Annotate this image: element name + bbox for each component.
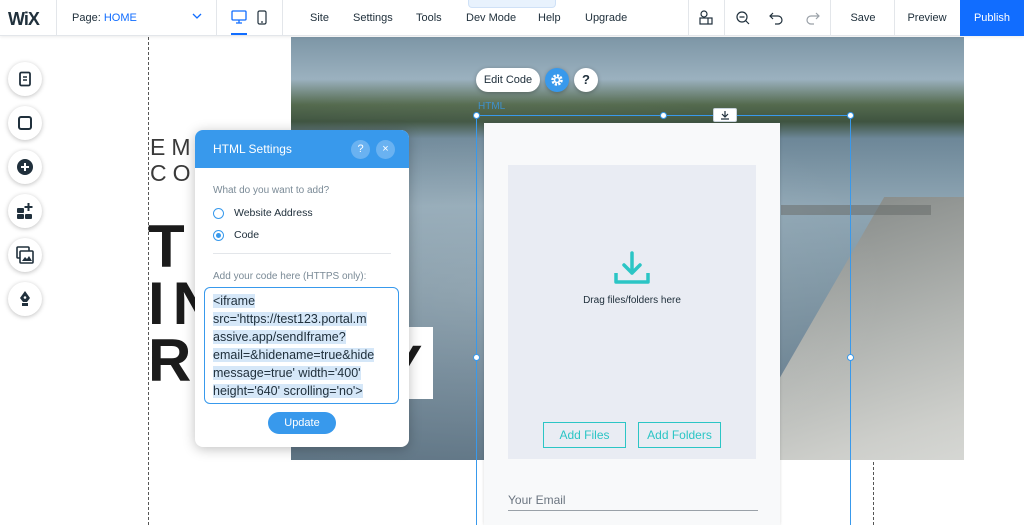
editor-top-bar: WiX Page: HOME Site Settings Tools Dev M… — [0, 0, 1024, 36]
add-button[interactable] — [8, 150, 42, 184]
help-button[interactable]: ? — [574, 68, 598, 92]
pages-icon — [19, 71, 31, 87]
apps-button[interactable] — [8, 194, 42, 228]
divider — [894, 0, 895, 36]
menu-settings[interactable]: Settings — [353, 12, 393, 24]
edit-code-button[interactable]: Edit Code — [476, 68, 540, 92]
site-heading-line-1[interactable]: T — [148, 217, 193, 277]
code-line: message=true' width='400' — [213, 366, 361, 380]
site-heading-line-3[interactable]: R — [148, 331, 199, 391]
panel-title: HTML Settings — [213, 142, 292, 156]
panel-question: What do you want to add? — [213, 185, 330, 196]
divider — [216, 0, 217, 36]
selection-frame[interactable] — [476, 115, 851, 525]
radio-button[interactable] — [213, 207, 224, 219]
add-icon — [17, 159, 33, 175]
option-website-address[interactable]: Website Address — [213, 207, 313, 219]
divider — [688, 0, 689, 36]
layers-icon[interactable] — [698, 10, 716, 26]
download-arrow-icon — [721, 110, 729, 120]
element-type-tag: HTML — [478, 101, 506, 112]
site-subtitle-line-1[interactable]: EM — [150, 134, 197, 161]
media-icon — [16, 246, 34, 264]
radio-button-selected[interactable] — [213, 229, 224, 241]
code-field-label: Add your code here (HTTPS only): — [213, 271, 367, 282]
menu-dev-mode[interactable]: Dev Mode — [466, 12, 516, 24]
menu-upgrade[interactable]: Upgrade — [585, 12, 627, 24]
redo-icon[interactable] — [803, 10, 821, 26]
media-button[interactable] — [8, 238, 42, 272]
wix-logo[interactable]: WiX — [8, 9, 40, 30]
apps-icon — [17, 203, 33, 219]
update-button[interactable]: Update — [268, 412, 336, 434]
divider — [213, 253, 391, 254]
html-settings-panel: HTML Settings ? × What do you want to ad… — [195, 130, 409, 447]
code-line: src='https://test123.portal.m — [213, 312, 367, 326]
pen-icon — [20, 291, 30, 306]
divider — [830, 0, 831, 36]
page-selector[interactable]: Page: HOME — [72, 12, 137, 24]
pages-button[interactable] — [8, 62, 42, 96]
background-button[interactable] — [8, 106, 42, 140]
blog-button[interactable] — [8, 282, 42, 316]
menu-site[interactable]: Site — [310, 12, 329, 24]
page-selector-label: Page: — [72, 12, 101, 24]
dev-mode-indicator — [468, 0, 556, 8]
option-code[interactable]: Code — [213, 229, 259, 241]
resize-handle-right[interactable] — [847, 354, 854, 361]
preview-button[interactable]: Preview — [896, 0, 958, 36]
resize-handle-left[interactable] — [473, 354, 480, 361]
editor-canvas[interactable]: EM CO T IN R Y — [0, 37, 1024, 525]
option-label: Code — [234, 229, 260, 241]
active-device-indicator — [231, 33, 247, 35]
stretch-button[interactable] — [713, 108, 737, 122]
menu-tools[interactable]: Tools — [416, 12, 442, 24]
mobile-icon[interactable] — [257, 10, 267, 25]
undo-icon[interactable] — [768, 10, 786, 26]
gear-icon — [551, 74, 563, 86]
code-line: height='640' scrolling='no'> — [213, 384, 363, 398]
code-textarea[interactable]: <iframe src='https://test123.portal.m as… — [204, 287, 399, 404]
panel-close-icon[interactable]: × — [376, 140, 395, 159]
resize-handle-top-right[interactable] — [847, 112, 854, 119]
option-label: Website Address — [234, 207, 313, 219]
code-line: <iframe — [213, 294, 256, 308]
zoom-out-icon[interactable] — [734, 10, 752, 26]
code-line: assive.app/sendIframe? — [213, 330, 346, 344]
divider — [282, 0, 283, 36]
background-icon — [18, 116, 32, 130]
divider — [56, 0, 57, 36]
settings-button[interactable] — [545, 68, 569, 92]
page-selector-value: HOME — [103, 12, 137, 24]
menu-help[interactable]: Help — [538, 12, 561, 24]
panel-header[interactable]: HTML Settings ? × — [195, 130, 409, 168]
divider — [724, 0, 725, 36]
panel-help-icon[interactable]: ? — [351, 140, 370, 159]
site-subtitle-line-2[interactable]: CO — [150, 160, 197, 187]
desktop-icon[interactable] — [231, 10, 247, 24]
publish-button[interactable]: Publish — [960, 0, 1024, 36]
code-line: email=&hidename=true&hide — [213, 348, 375, 362]
save-button[interactable]: Save — [836, 0, 890, 36]
chevron-down-icon[interactable] — [192, 12, 202, 20]
resize-handle-top-left[interactable] — [473, 112, 480, 119]
resize-handle-top[interactable] — [660, 112, 667, 119]
